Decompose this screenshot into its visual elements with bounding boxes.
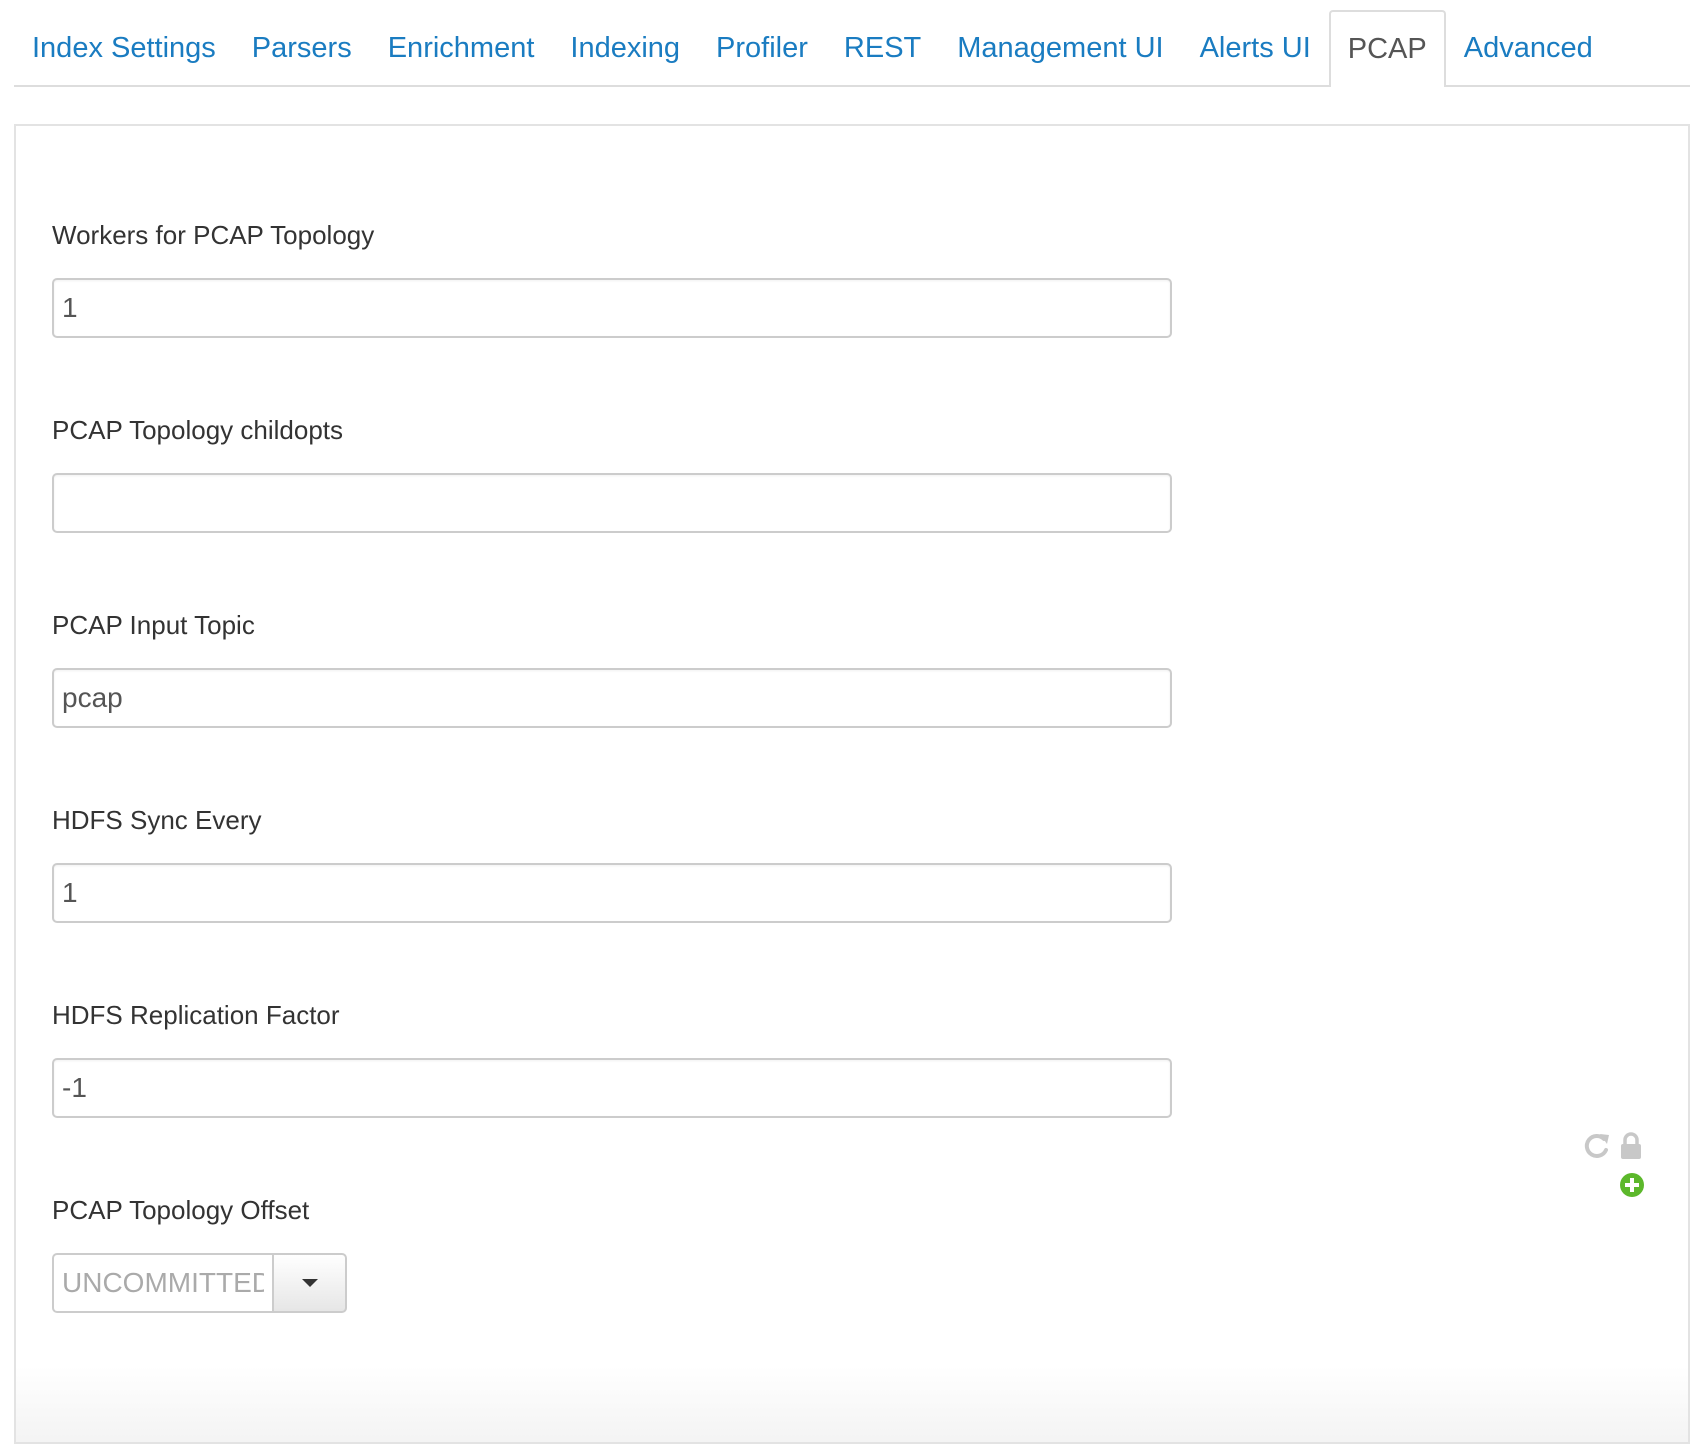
workers-label: Workers for PCAP Topology (52, 220, 375, 250)
input-topic-input[interactable] (52, 668, 1172, 728)
refresh-icon[interactable] (1582, 1131, 1612, 1161)
tab-index-settings[interactable]: Index Settings (14, 10, 234, 85)
lock-icon[interactable] (1618, 1131, 1648, 1161)
tab-pcap[interactable]: PCAP (1328, 10, 1446, 87)
caret-down-icon (301, 1279, 318, 1287)
childopts-label: PCAP Topology childopts (52, 415, 344, 445)
offset-label: PCAP Topology Offset (52, 1195, 310, 1225)
replication-input[interactable] (52, 1058, 1172, 1118)
offset-input[interactable] (52, 1253, 272, 1313)
replication-label: HDFS Replication Factor (52, 1000, 340, 1030)
config-tab-bar: Index Settings Parsers Enrichment Indexi… (14, 10, 1690, 87)
tab-management-ui[interactable]: Management UI (939, 10, 1181, 85)
tab-enrichment[interactable]: Enrichment (370, 10, 553, 85)
sync-every-label: HDFS Sync Every (52, 805, 262, 835)
tab-indexing[interactable]: Indexing (552, 10, 698, 85)
sync-every-input[interactable] (52, 863, 1172, 923)
input-topic-label: PCAP Input Topic (52, 610, 255, 640)
add-circle-icon[interactable] (1617, 1170, 1647, 1200)
tab-advanced[interactable]: Advanced (1446, 10, 1611, 85)
tab-profiler[interactable]: Profiler (698, 10, 826, 85)
childopts-input[interactable] (52, 473, 1172, 533)
pcap-settings-panel: Workers for PCAP Topology PCAP Topology … (14, 124, 1690, 1444)
offset-combo (52, 1253, 347, 1313)
offset-dropdown-button[interactable] (272, 1253, 347, 1313)
tab-parsers[interactable]: Parsers (234, 10, 370, 85)
tab-alerts-ui[interactable]: Alerts UI (1182, 10, 1329, 85)
tab-rest[interactable]: REST (826, 10, 939, 85)
workers-input[interactable] (52, 278, 1172, 338)
